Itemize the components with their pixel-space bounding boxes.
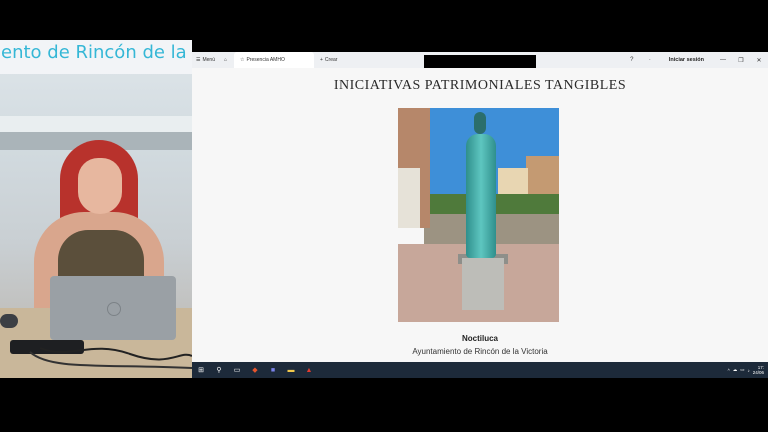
redacted-area [424,55,536,69]
photo-plinth [462,258,504,310]
slide-title: INICIATIVAS PATRIMONIALES TANGIBLES [333,78,627,93]
brave-browser-icon[interactable]: ◆ [246,362,264,378]
question-icon[interactable]: ? [623,57,641,63]
webcam-feed: iento de Rincón de la [0,40,192,378]
shared-screen: ☰ Menú ⌂ ☆ Presencia AMHO + Crear ? · In… [192,52,768,378]
file-explorer-icon[interactable]: ▬ [282,362,300,378]
restore-icon[interactable]: ❐ [732,57,750,64]
home-button[interactable]: ⌂ [224,52,227,68]
plus-icon: + [320,57,323,63]
chevron-up-icon[interactable]: ^ [728,368,730,373]
windows-start-icon[interactable]: ⊞ [192,362,210,378]
presentation-slide: INICIATIVAS PATRIMONIALES TANGIBLES Noct… [192,68,768,362]
menu-label: Menú [202,57,215,63]
menu-button[interactable]: ☰ Menú [196,52,215,68]
windows-taskbar: ⊞ ⚲ ▭ ◆ ■ ▬ ▲ ^ ☁ ▭ ♪ 17: 24/06 [192,362,768,378]
webcam-banner-text: iento de Rincón de la [0,42,187,63]
acrobat-icon[interactable]: ▲ [300,362,318,378]
cloud-icon[interactable]: ☁ [733,367,738,373]
cables [29,347,192,369]
presenter-face [78,158,122,214]
new-tab-button[interactable]: + Crear [316,52,340,68]
login-button[interactable]: Iniciar sesión [659,57,714,63]
hamburger-icon: ☰ [196,57,201,63]
clock-date: 24/06 [752,370,764,375]
new-tab-label: Crear [324,57,338,63]
volume-icon[interactable]: ♪ [747,368,749,373]
photo-statue [466,134,496,258]
caption-subtitle: Ayuntamiento de Rincón de la Victoria [412,347,548,356]
caption-title: Noctiluca [461,334,498,343]
battery-icon[interactable]: ▭ [740,367,744,373]
webcam-banner: iento de Rincón de la [0,40,192,74]
tab-presencia[interactable]: ☆ Presencia AMHO [234,52,314,68]
tab-label: Presencia AMHO [246,57,285,63]
close-icon[interactable]: ✕ [750,57,768,64]
photo-building [398,168,420,228]
search-icon[interactable]: ⚲ [210,362,228,378]
browser-tabbar: ☰ Menú ⌂ ☆ Presencia AMHO + Crear ? · In… [192,52,768,69]
mouse [0,314,18,328]
window-controls: ? · Iniciar sesión — ❐ ✕ [623,52,768,68]
home-icon: ⌂ [224,57,228,63]
teams-icon[interactable]: ■ [264,362,282,378]
wall-stripe [0,116,192,132]
star-icon: ☆ [240,57,245,63]
statue-photo [398,108,559,322]
minimize-icon[interactable]: — [714,57,732,63]
photo-statue-head [474,112,486,134]
system-tray: ^ ☁ ▭ ♪ 17: 24/06 [728,362,764,378]
laptop-logo-icon [107,302,121,316]
clock[interactable]: 17: 24/06 [753,365,764,375]
task-view-icon[interactable]: ▭ [228,362,246,378]
settings-dot-icon[interactable]: · [641,57,659,63]
